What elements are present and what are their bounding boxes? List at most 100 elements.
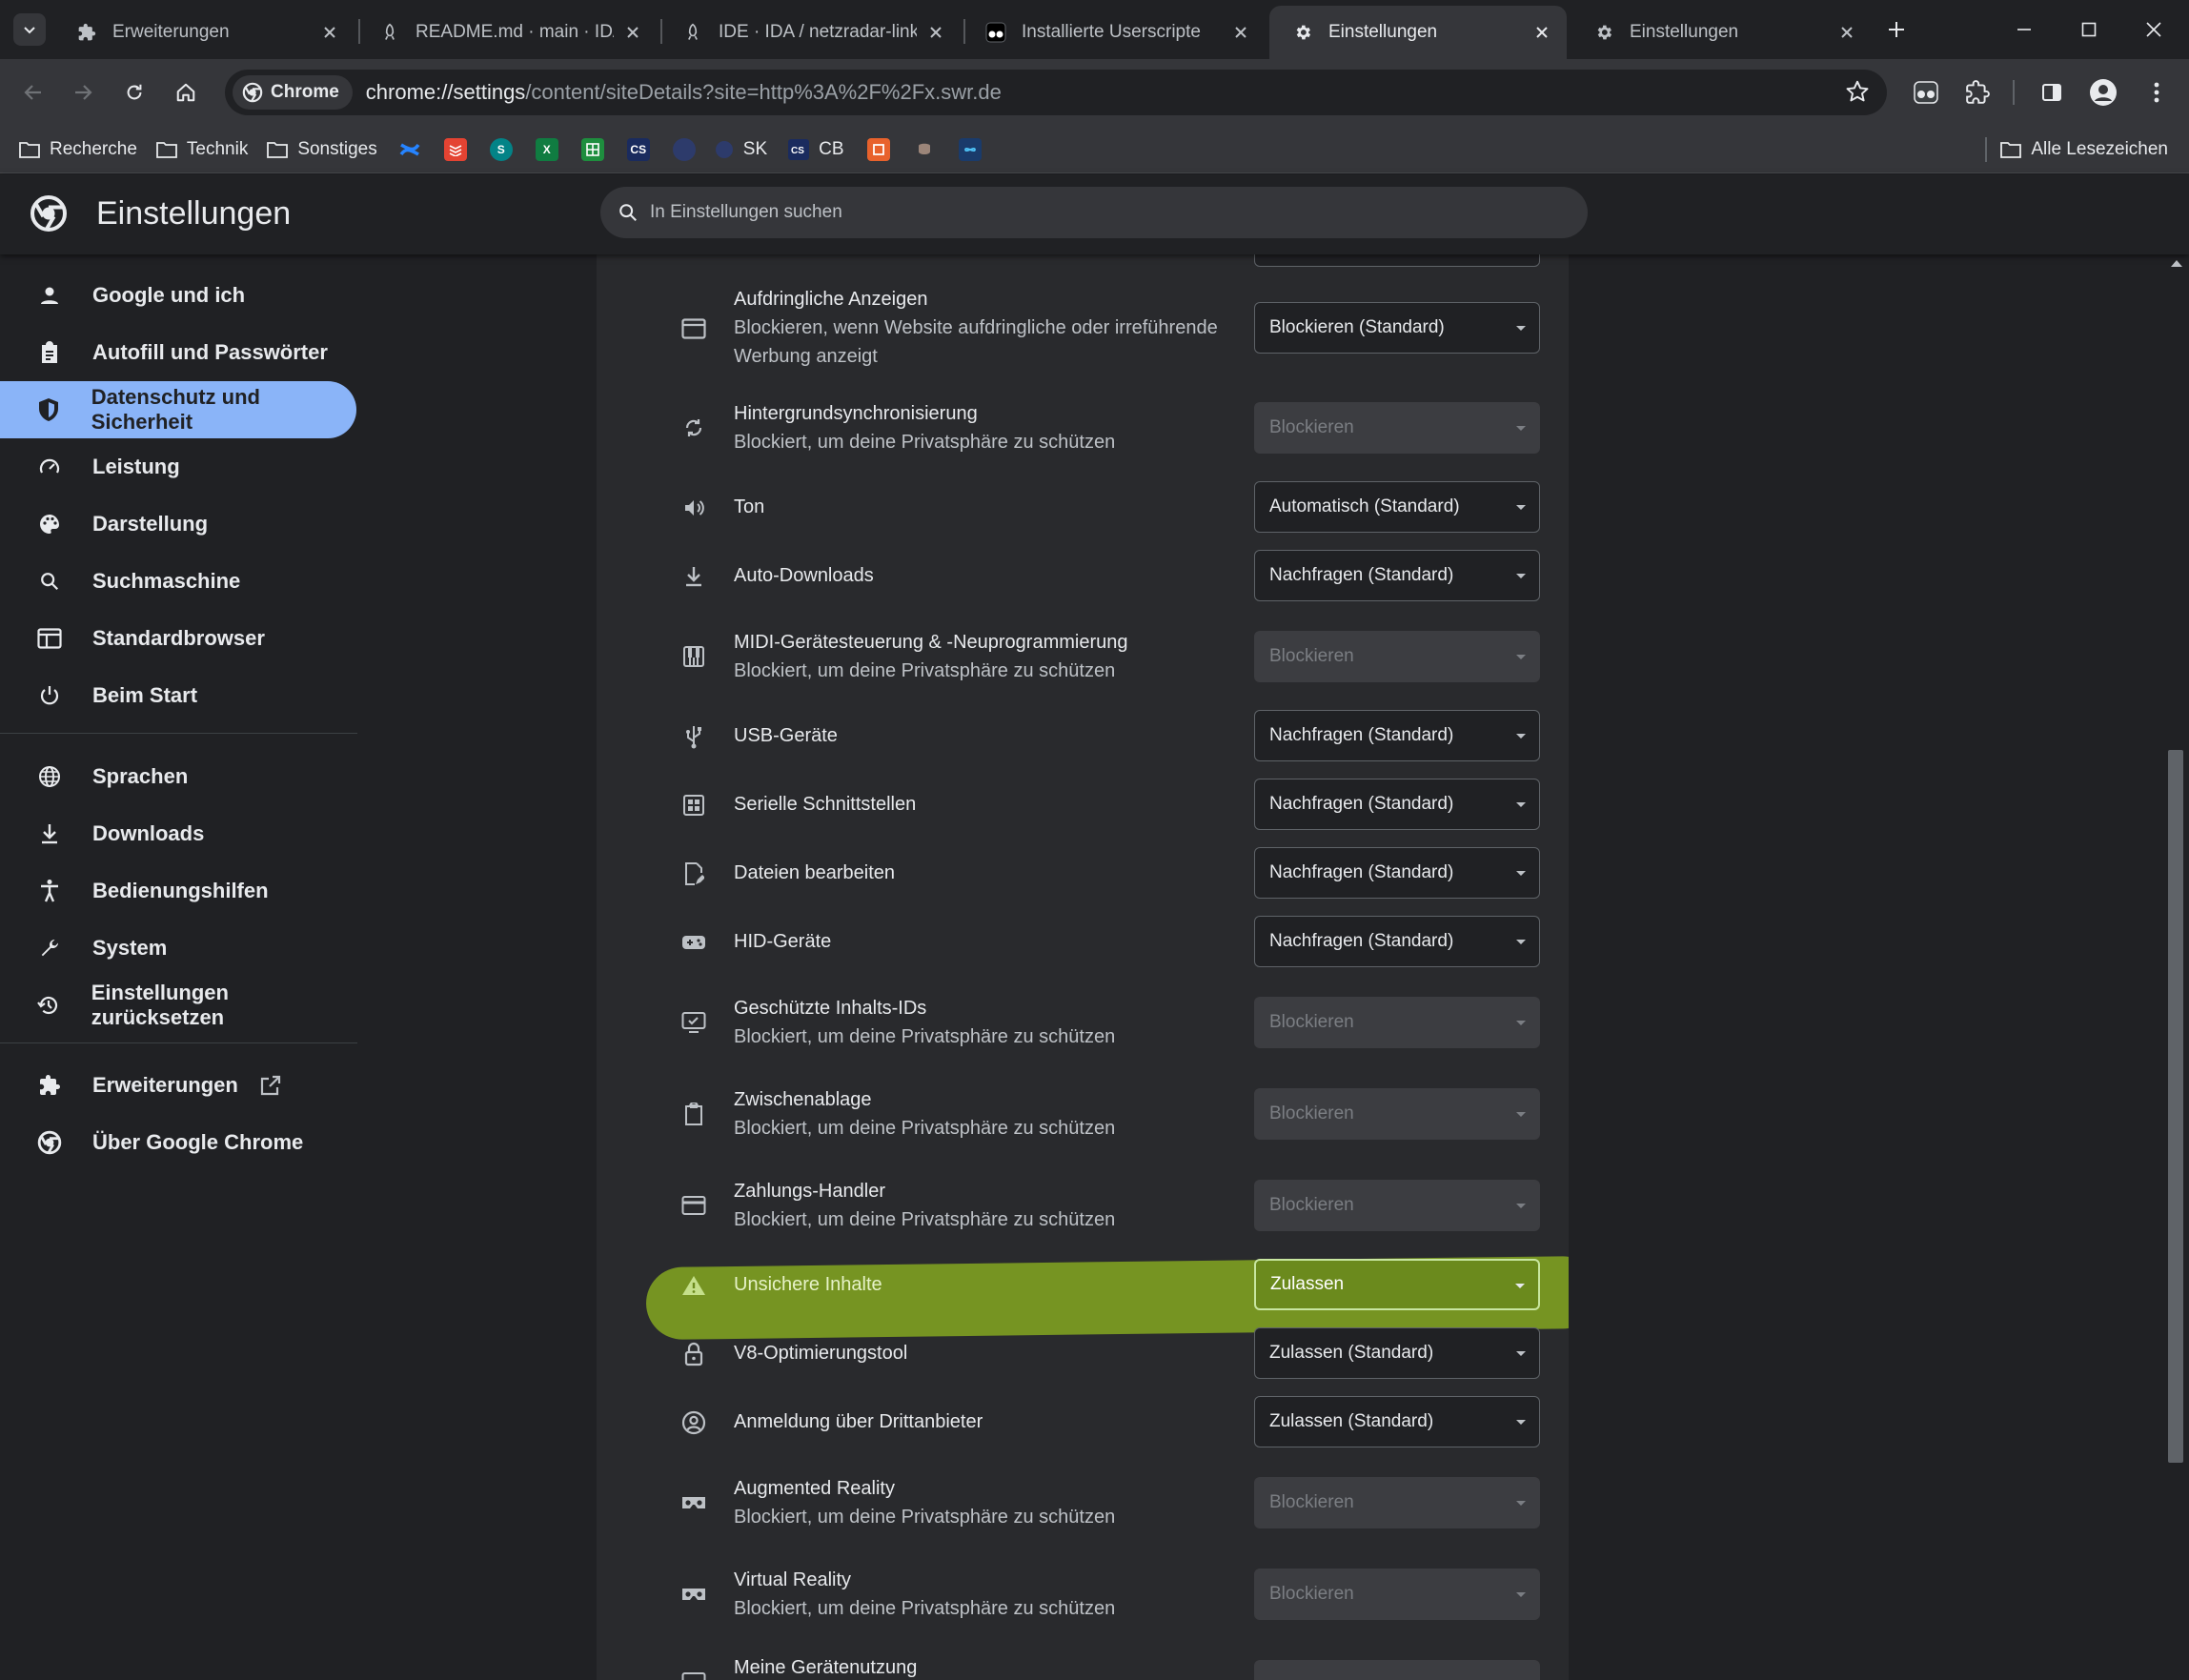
permission-select[interactable]: Blockieren xyxy=(1254,1088,1540,1140)
bookmark-label: Sonstiges xyxy=(297,138,377,159)
select-value: Zulassen (Standard) xyxy=(1269,1411,1434,1431)
permission-select[interactable]: Blockieren xyxy=(1254,1477,1540,1528)
permission-select[interactable]: Automatisch (Standard) xyxy=(1254,481,1540,533)
close-icon[interactable] xyxy=(621,21,644,44)
chrome-menu-button[interactable] xyxy=(2138,74,2175,111)
bookmark-excel-icon[interactable]: X xyxy=(535,137,558,161)
forward-button[interactable] xyxy=(65,74,101,111)
tab-einstellungen-active[interactable]: Einstellungen xyxy=(1269,6,1567,59)
security-chip[interactable]: Chrome xyxy=(233,75,353,110)
home-button[interactable] xyxy=(168,74,204,111)
sidebar-item-leistung[interactable]: Leistung xyxy=(0,438,356,496)
sidebar-item-standardbrowser[interactable]: Standardbrowser xyxy=(0,610,356,667)
close-icon[interactable] xyxy=(1530,21,1553,44)
permission-select[interactable]: Zulassen (Standard) xyxy=(1254,1327,1540,1379)
bookmark-folder-technik[interactable]: Technik xyxy=(155,139,248,160)
bookmark-confluence-icon[interactable] xyxy=(398,138,421,161)
tab-search-button[interactable] xyxy=(13,13,46,46)
permission-select[interactable]: Zulassen (Standard) xyxy=(1254,1396,1540,1447)
bookmark-orange-icon[interactable] xyxy=(866,137,890,161)
permission-select[interactable]: Nachfragen (Standard) xyxy=(1254,916,1540,967)
tab-erweiterungen[interactable]: Erweiterungen xyxy=(53,6,355,59)
close-icon[interactable] xyxy=(924,21,947,44)
minimize-button[interactable] xyxy=(1992,0,2057,59)
permission-select[interactable]: Nachfragen (Standard) xyxy=(1254,550,1540,601)
sidebar-item-ueber-chrome[interactable]: Über Google Chrome xyxy=(0,1114,356,1171)
tampermonkey-icon xyxy=(985,22,1006,43)
address-bar[interactable]: Chrome chrome://settings/content/siteDet… xyxy=(225,70,1887,115)
bookmark-sheet-icon[interactable] xyxy=(580,137,604,161)
bookmark-infinity-icon[interactable] xyxy=(958,137,982,161)
usb-icon xyxy=(679,721,709,752)
close-icon[interactable] xyxy=(1835,21,1858,44)
bookmark-folder-recherche[interactable]: Recherche xyxy=(19,139,137,160)
ads-icon xyxy=(679,314,709,344)
bookmark-sk[interactable]: SK xyxy=(715,139,767,160)
profile-button[interactable] xyxy=(2085,74,2121,111)
extension-tampermonkey-button[interactable] xyxy=(1908,74,1944,111)
sidebar-item-sprachen[interactable]: Sprachen xyxy=(0,748,356,805)
bookmark-cs-icon[interactable]: CS xyxy=(626,137,650,161)
permission-select[interactable]: Blockieren xyxy=(1254,997,1540,1048)
permission-select-focused[interactable]: Zulassen xyxy=(1254,1259,1540,1310)
permission-select[interactable]: Blockieren xyxy=(1254,1569,1540,1620)
permission-select[interactable]: Blockieren xyxy=(1254,631,1540,682)
select-value: Nachfragen (Standard) xyxy=(1269,862,1454,882)
tab-readme[interactable]: README.md · main · IDA / xyxy=(356,6,658,59)
bookmark-folder-sonstiges[interactable]: Sonstiges xyxy=(267,138,377,160)
all-bookmarks-button[interactable]: Alle Lesezeichen xyxy=(2000,126,2168,173)
sidebar-item-darstellung[interactable]: Darstellung xyxy=(0,496,356,553)
close-icon[interactable] xyxy=(318,21,341,44)
permission-select[interactable]: Blockieren (Standard) xyxy=(1254,302,1540,354)
sidebar-item-erweiterungen[interactable]: Erweiterungen xyxy=(0,1057,356,1114)
page-scrollbar[interactable] xyxy=(2165,254,2189,1680)
bookmark-sharepoint-icon[interactable]: S xyxy=(489,137,513,161)
tab-title: Einstellungen xyxy=(1328,22,1438,42)
new-tab-button[interactable] xyxy=(1880,13,1913,46)
bookmark-bison-icon[interactable] xyxy=(913,138,936,161)
permission-select[interactable]: Nachfragen (Standard) xyxy=(1254,847,1540,899)
bookmark-todoist-icon[interactable] xyxy=(443,137,467,161)
maximize-button[interactable] xyxy=(2057,0,2121,59)
reload-button[interactable] xyxy=(116,74,152,111)
sidebar-item-zuruecksetzen[interactable]: Einstellungen zurücksetzen xyxy=(0,977,356,1034)
permission-select[interactable]: Blockieren xyxy=(1254,402,1540,454)
sidebar-item-downloads[interactable]: Downloads xyxy=(0,805,356,862)
permission-select[interactable]: Blockieren xyxy=(1254,1180,1540,1231)
permission-title: Serielle Schnittstellen xyxy=(734,794,917,815)
settings-search-input[interactable] xyxy=(650,202,1508,223)
scroll-up-arrow-icon[interactable] xyxy=(2171,260,2182,267)
sidebar-item-google-und-ich[interactable]: Google und ich xyxy=(0,267,356,324)
sidebar-item-autofill[interactable]: Autofill und Passwörter xyxy=(0,324,356,381)
bookmark-star-button[interactable] xyxy=(1845,79,1870,104)
dropdown-caret-icon xyxy=(1516,1351,1526,1356)
side-panel-button[interactable] xyxy=(2034,74,2070,111)
permission-select[interactable]: Nachfragen (Standard) xyxy=(1254,710,1540,761)
permission-select[interactable] xyxy=(1254,1660,1540,1680)
sync-icon xyxy=(679,413,709,443)
tab-einstellungen-2[interactable]: Einstellungen xyxy=(1571,6,1872,59)
close-icon[interactable] xyxy=(1229,21,1252,44)
scrollbar-thumb[interactable] xyxy=(2168,750,2183,1463)
chevron-down-icon xyxy=(24,27,35,34)
tab-ide[interactable]: IDE · IDA / netzradar-linker xyxy=(659,6,961,59)
sidebar-item-beim-start[interactable]: Beim Start xyxy=(0,667,356,724)
permission-select[interactable]: Nachfragen (Standard) xyxy=(1254,779,1540,830)
page-title: Einstellungen xyxy=(96,195,292,232)
permission-select-partial[interactable] xyxy=(1254,254,1540,267)
sidebar-item-system[interactable]: System xyxy=(0,920,356,977)
back-button[interactable] xyxy=(15,74,51,111)
bookmark-circle-icon[interactable] xyxy=(672,137,696,161)
extensions-button[interactable] xyxy=(1959,74,1996,111)
sidebar-item-datenschutz[interactable]: Datenschutz und Sicherheit xyxy=(0,381,356,438)
close-window-button[interactable] xyxy=(2121,0,2186,59)
dropdown-caret-icon xyxy=(1516,426,1526,431)
tab-userscripts[interactable]: Installierte Userscripte xyxy=(963,6,1266,59)
tab-title: IDE · IDA / netzradar-linker xyxy=(719,22,917,42)
bookmark-cb[interactable]: CS CB xyxy=(788,138,844,160)
settings-search[interactable] xyxy=(600,187,1588,238)
sidebar-item-suchmaschine[interactable]: Suchmaschine xyxy=(0,553,356,610)
sidebar-item-label: Leistung xyxy=(92,455,180,478)
download-icon xyxy=(679,561,709,592)
sidebar-item-bedienungshilfen[interactable]: Bedienungshilfen xyxy=(0,862,356,920)
